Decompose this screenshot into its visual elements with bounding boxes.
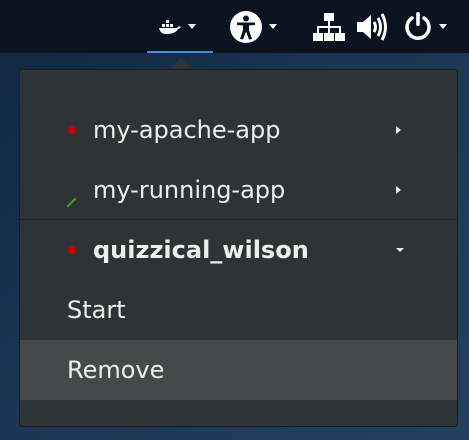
container-item-my-apache-app[interactable]: my-apache-app (20, 100, 457, 160)
accessibility-button[interactable] (229, 0, 277, 53)
chevron-right-icon (396, 186, 401, 194)
stopped-status-icon (68, 246, 76, 254)
start-label: Start (67, 296, 126, 324)
active-indicator-underline (147, 51, 213, 53)
docker-indicator-button[interactable] (158, 0, 196, 53)
running-status-icon (66, 185, 77, 208)
accessibility-icon (229, 10, 263, 44)
chevron-right-icon (396, 126, 401, 134)
power-icon (403, 11, 433, 43)
chevron-down-icon (439, 24, 447, 29)
container-name: my-apache-app (93, 116, 281, 144)
remove-label: Remove (67, 356, 165, 384)
volume-icon (355, 12, 389, 42)
start-action[interactable]: Start (20, 280, 457, 340)
stopped-status-icon (68, 126, 76, 134)
docker-icon (158, 19, 182, 35)
top-panel (0, 0, 469, 53)
chevron-down-icon (188, 24, 196, 29)
remove-action[interactable]: Remove (20, 340, 457, 400)
chevron-down-icon (269, 24, 277, 29)
network-button[interactable] (313, 0, 345, 53)
container-item-my-running-app[interactable]: my-running-app (20, 160, 457, 220)
container-name: quizzical_wilson (93, 236, 309, 264)
power-button[interactable] (403, 0, 447, 53)
container-item-quizzical-wilson[interactable]: quizzical_wilson (20, 220, 457, 280)
chevron-down-icon (396, 248, 404, 252)
container-name: my-running-app (93, 176, 286, 204)
network-icon (313, 12, 345, 42)
volume-button[interactable] (355, 0, 389, 53)
docker-menu: my-apache-app my-running-app quizzical_w… (19, 69, 458, 427)
